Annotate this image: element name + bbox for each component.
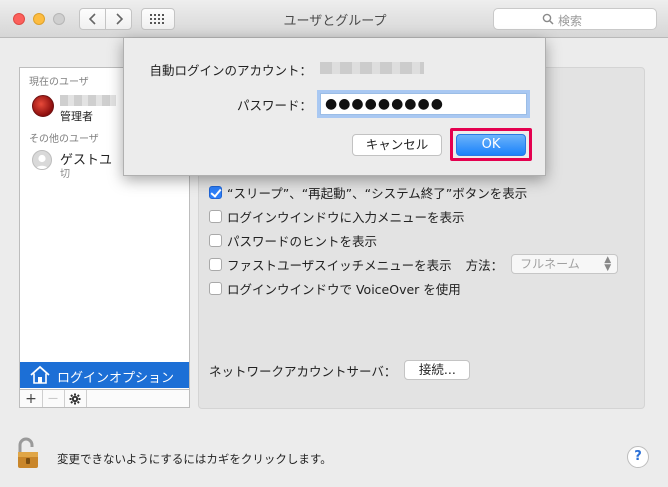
option-voiceover[interactable]: ログインウインドウで VoiceOver を使用 [209, 279, 461, 297]
checkbox[interactable] [209, 257, 222, 271]
search-input[interactable]: 検索 [493, 8, 657, 30]
help-button[interactable]: ? [627, 446, 649, 468]
method-label: 方法： [465, 257, 504, 273]
method-select[interactable]: フルネーム ▲ ▼ [511, 254, 619, 274]
grid-icon [150, 14, 164, 24]
lock-open-icon[interactable] [15, 436, 47, 470]
admin-name-redacted [60, 95, 116, 106]
avatar [32, 95, 54, 117]
user-list-toolbar: + — [19, 389, 190, 408]
join-network-button[interactable]: 接続... [404, 360, 471, 380]
method-select-value: フルネーム [520, 257, 580, 271]
show-all-button[interactable] [141, 8, 175, 30]
network-label: ネットワークアカウントサーバ： [209, 363, 397, 379]
option-label: “スリープ”、“再起動”、“システム終了”ボタンを表示 [227, 185, 528, 201]
option-label: ログインウインドウに入力メニューを表示 [227, 209, 465, 225]
option-label: ファストユーザスイッチメニューを表示 [227, 257, 452, 273]
account-name-redacted [320, 62, 424, 74]
remove-user-button[interactable]: — [42, 390, 65, 407]
lock-hint-text: 変更できないようにするにはカギをクリックします。 [57, 452, 332, 466]
minimize-window-button[interactable] [33, 13, 45, 25]
checkbox[interactable] [209, 233, 222, 247]
close-window-button[interactable] [13, 13, 25, 25]
account-label: 自動ログインのアカウント： [149, 63, 312, 78]
other-users-header: その他のユーザ [29, 134, 99, 145]
option-label: ログインウインドウで VoiceOver を使用 [227, 281, 461, 297]
ok-button[interactable]: OK [456, 134, 526, 156]
gear-icon [69, 393, 81, 404]
auto-login-password-sheet: 自動ログインのアカウント： パスワード： キャンセル OK [123, 38, 546, 176]
search-icon [542, 13, 554, 25]
option-password-hints[interactable]: パスワードのヒントを表示 [209, 231, 377, 249]
admin-role: 管理者 [60, 110, 93, 123]
option-show-sleep-restart-shutdown[interactable]: “スリープ”、“再起動”、“システム終了”ボタンを表示 [209, 183, 527, 201]
guest-user-status: 切 [60, 169, 70, 180]
cancel-button[interactable]: キャンセル [352, 134, 442, 156]
action-menu-button[interactable] [64, 390, 87, 407]
login-options-label: ログインオプション [57, 371, 175, 386]
chevron-right-icon [115, 13, 123, 25]
window-title: ユーザとグループ [283, 14, 387, 29]
option-input-menu[interactable]: ログインウインドウに入力メニューを表示 [209, 207, 465, 225]
checkbox[interactable] [209, 209, 222, 223]
checkbox-checked[interactable] [209, 185, 222, 199]
password-label: パスワード： [236, 98, 312, 113]
current-users-header: 現在のユーザ [29, 77, 89, 88]
updown-arrows-icon: ▲ ▼ [604, 255, 612, 273]
chevron-left-icon [88, 13, 96, 25]
checkbox[interactable] [209, 281, 222, 295]
forward-button[interactable] [105, 8, 132, 30]
option-fast-user-switch[interactable]: ファストユーザスイッチメニューを表示 方法： フルネーム ▲ ▼ [209, 254, 619, 274]
network-account-server-row: ネットワークアカウントサーバ： 接続... [209, 359, 471, 381]
login-options-item[interactable]: ログインオプション [20, 362, 189, 388]
password-field[interactable] [320, 93, 527, 115]
back-button[interactable] [79, 8, 106, 30]
guest-avatar-icon [32, 150, 52, 170]
house-icon [30, 365, 50, 384]
zoom-window-button[interactable] [53, 13, 65, 25]
option-label: パスワードのヒントを表示 [227, 233, 378, 249]
search-placeholder: 検索 [558, 14, 583, 28]
add-user-button[interactable]: + [20, 390, 43, 407]
